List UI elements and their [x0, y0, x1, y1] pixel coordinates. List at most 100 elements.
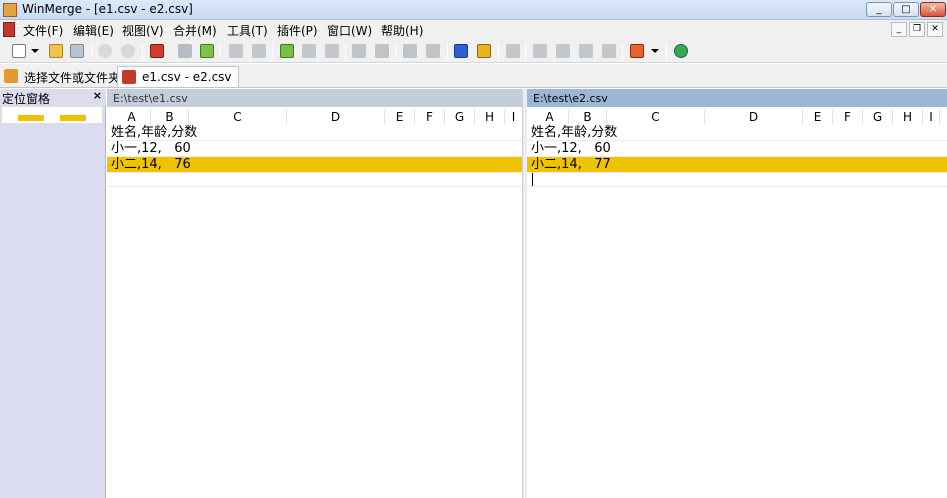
refresh-icon[interactable]	[672, 42, 690, 60]
compare-icon[interactable]	[504, 42, 522, 60]
column-header: F	[415, 109, 445, 125]
menu-help[interactable]: 帮助(H)	[381, 22, 423, 39]
row-text: 小一,12, 60	[111, 141, 191, 156]
table-row[interactable]: 小一,12, 60	[107, 141, 522, 156]
next-file-icon[interactable]	[577, 42, 595, 60]
row-text: 小二,14, 76	[111, 157, 191, 172]
menu-file[interactable]: 文件(F)	[23, 22, 63, 39]
row-text: 小二,14, 77	[531, 157, 611, 172]
table-row[interactable]: 小二,14, 77	[527, 157, 947, 172]
toolbar-separator	[396, 43, 397, 59]
left-file-path: E:\test\e1.csv	[107, 89, 522, 107]
next-conflict-icon[interactable]	[323, 42, 341, 60]
column-header: I	[923, 109, 940, 125]
menu-tools[interactable]: 工具(T)	[227, 22, 268, 39]
column-header: F	[833, 109, 863, 125]
text-cursor	[532, 173, 533, 187]
copy-left-icon[interactable]	[373, 42, 391, 60]
right-file-path: E:\test\e2.csv	[527, 89, 947, 107]
table-row[interactable]: 姓名,年龄,分数	[107, 125, 522, 140]
toolbar-separator	[498, 43, 499, 59]
column-header: G	[863, 109, 893, 125]
menu-edit[interactable]: 编辑(E)	[73, 22, 114, 39]
copy-left-advance-icon[interactable]	[424, 42, 442, 60]
menu-window[interactable]: 窗口(W)	[327, 22, 372, 39]
column-header: C	[607, 109, 705, 125]
diff-marker-right	[60, 115, 86, 121]
tab-compare[interactable]: e1.csv - e2.csv	[117, 66, 239, 87]
row-divider	[107, 172, 522, 173]
toolbar	[0, 39, 947, 63]
chevron-down-icon[interactable]	[28, 42, 40, 60]
prev-file-icon[interactable]	[554, 42, 572, 60]
left-diff-pane[interactable]: E:\test\e1.csv A B C D E F G H I 姓名,年龄,分…	[107, 89, 522, 498]
location-pane-title: 定位窗格	[2, 92, 51, 106]
toolbar-separator	[345, 43, 346, 59]
close-icon[interactable]: ×	[93, 89, 102, 102]
current-diff-icon[interactable]	[278, 42, 296, 60]
menu-merge[interactable]: 合并(M)	[173, 22, 217, 39]
menu-bar: 文件(F) 编辑(E) 视图(V) 合并(M) 工具(T) 插件(P) 窗口(W…	[0, 20, 947, 39]
close-button[interactable]: ✕	[920, 2, 946, 17]
row-divider	[527, 186, 947, 187]
right-diff-pane[interactable]: E:\test\e2.csv A B C D E F G H I 姓名,年龄,分…	[527, 89, 947, 498]
undo-icon[interactable]	[96, 42, 114, 60]
diff-marker-left	[18, 115, 44, 121]
new-file-icon[interactable]	[10, 42, 28, 60]
column-header: G	[445, 109, 475, 125]
copy-all-left-icon[interactable]	[475, 42, 493, 60]
csv-document-icon	[122, 70, 136, 84]
location-pane: 定位窗格 ×	[0, 89, 106, 498]
column-header: I	[511, 110, 516, 124]
prev-diff-icon[interactable]	[198, 42, 216, 60]
next-diff-icon[interactable]	[176, 42, 194, 60]
column-header: E	[803, 109, 833, 125]
tab-bar: 选择文件或文件夹 e1.csv - e2.csv	[0, 64, 947, 88]
open-folder-icon[interactable]	[47, 42, 65, 60]
toolbar-separator	[91, 43, 92, 59]
copy-right-icon[interactable]	[350, 42, 368, 60]
column-header: H	[893, 109, 923, 125]
save-icon[interactable]	[68, 42, 86, 60]
toolbar-separator	[622, 43, 623, 59]
row-text: 姓名,年龄,分数	[111, 125, 198, 140]
table-row[interactable]: 小一,12, 60	[527, 141, 947, 156]
copy-right-advance-icon[interactable]	[401, 42, 419, 60]
mdi-restore-button[interactable]: ❐	[909, 22, 925, 37]
document-icon[interactable]	[3, 22, 15, 37]
column-header: A	[113, 109, 151, 125]
winmerge-logo-icon	[3, 3, 17, 17]
edit-icon[interactable]	[628, 42, 646, 60]
filter-icon[interactable]	[148, 42, 166, 60]
toolbar-separator	[666, 43, 667, 59]
chevron-down-icon[interactable]	[648, 42, 660, 60]
row-divider	[527, 172, 947, 173]
minimize-button[interactable]: _	[866, 2, 892, 17]
menu-view[interactable]: 视图(V)	[122, 22, 164, 39]
mdi-minimize-button[interactable]: _	[891, 22, 907, 37]
location-bar[interactable]	[2, 107, 102, 123]
last-diff-icon[interactable]	[250, 42, 268, 60]
prev-conflict-icon[interactable]	[300, 42, 318, 60]
mdi-close-button[interactable]: ✕	[927, 22, 943, 37]
toolbar-separator	[220, 43, 221, 59]
last-file-icon[interactable]	[600, 42, 618, 60]
first-diff-icon[interactable]	[227, 42, 245, 60]
table-row[interactable]: 姓名,年龄,分数	[527, 125, 947, 140]
column-header: B	[569, 109, 607, 125]
column-header: D	[287, 109, 385, 125]
tab-select-files[interactable]: 选择文件或文件夹	[0, 66, 126, 87]
open-folder-icon	[4, 69, 18, 83]
maximize-button[interactable]: □	[893, 2, 919, 17]
menu-plugins[interactable]: 插件(P)	[277, 22, 318, 39]
tab-label: e1.csv - e2.csv	[142, 70, 232, 84]
column-header: H	[475, 109, 505, 125]
table-row[interactable]: 小二,14, 76	[107, 157, 522, 172]
toolbar-separator	[525, 43, 526, 59]
row-text: 小一,12, 60	[531, 141, 611, 156]
first-file-icon[interactable]	[531, 42, 549, 60]
column-header: A	[531, 109, 569, 125]
redo-icon[interactable]	[119, 42, 137, 60]
column-header: D	[705, 109, 803, 125]
copy-all-right-icon[interactable]	[452, 42, 470, 60]
